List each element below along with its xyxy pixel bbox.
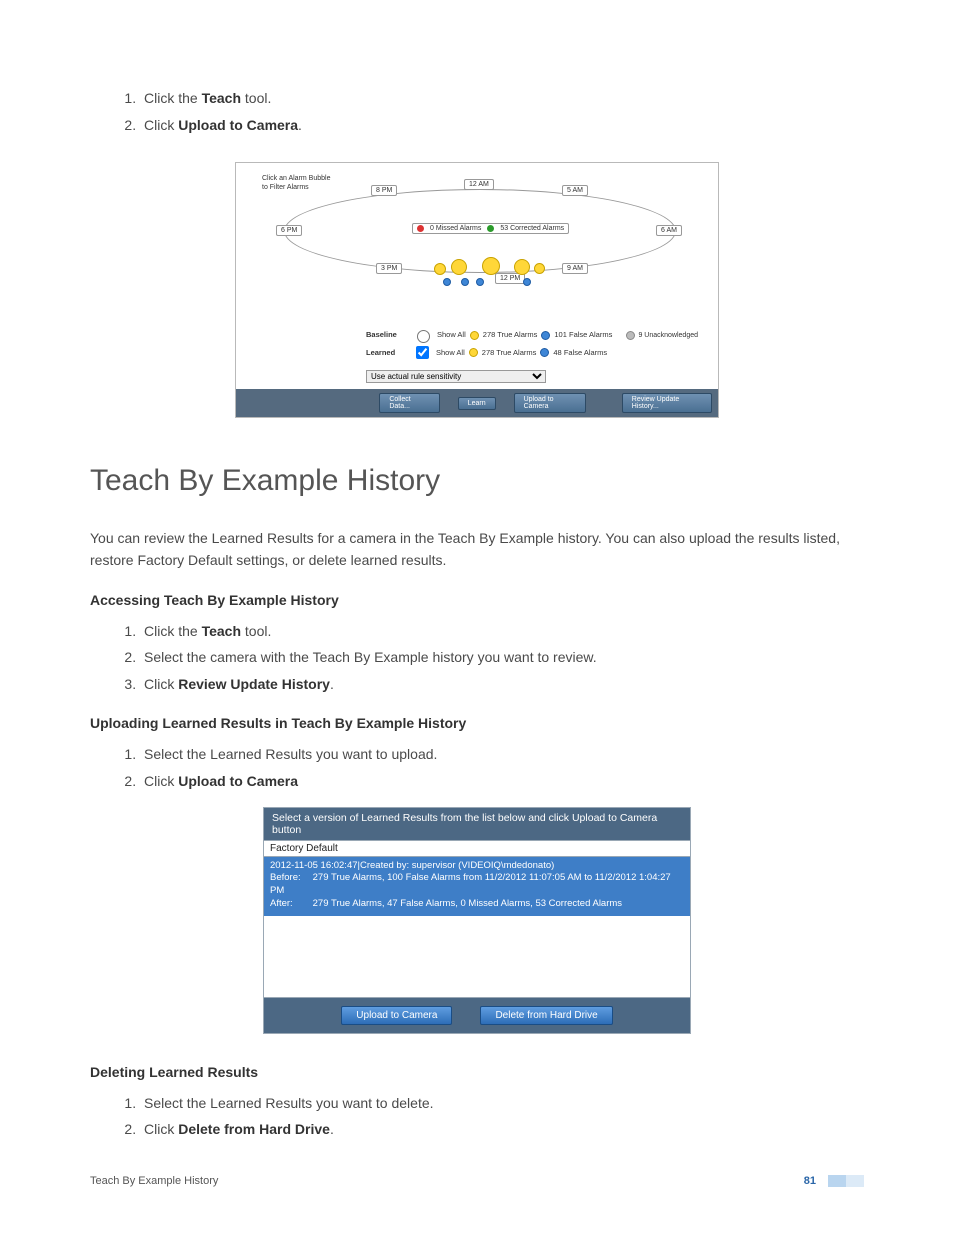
corner-decoration xyxy=(828,1175,864,1187)
dot-icon xyxy=(626,331,635,340)
unacknowledged-badge: 9 Unacknowledged xyxy=(626,330,698,341)
result-after-line: After: 279 True Alarms, 47 False Alarms,… xyxy=(270,898,684,911)
time-8pm: 8 PM xyxy=(371,185,397,196)
baseline-row: Baseline Show All 278 True Alarms 101 Fa… xyxy=(366,327,708,343)
upload-step-1: Select the Learned Results you want to u… xyxy=(140,741,864,768)
time-9am: 9 AM xyxy=(562,263,588,274)
time-6am: 6 AM xyxy=(656,225,682,236)
dialog-footer: Upload to Camera Delete from Hard Drive xyxy=(264,998,690,1033)
dot-icon xyxy=(417,225,424,232)
center-legend-box: 0 Missed Alarms 53 Corrected Alarms xyxy=(412,223,569,234)
upload-to-camera-button[interactable]: Upload to Camera xyxy=(341,1006,452,1025)
alarm-bubble[interactable] xyxy=(523,278,531,286)
time-5am: 5 AM xyxy=(562,185,588,196)
alarm-bubble[interactable] xyxy=(514,259,530,275)
accessing-subhead: Accessing Teach By Example History xyxy=(90,592,864,608)
uploading-subhead: Uploading Learned Results in Teach By Ex… xyxy=(90,715,864,731)
section-heading: Teach By Example History xyxy=(90,464,864,498)
deleting-subhead: Deleting Learned Results xyxy=(90,1064,864,1080)
page-footer: Teach By Example History 81 xyxy=(90,1175,864,1187)
collect-data-button[interactable]: Collect Data... xyxy=(379,393,439,413)
dot-icon xyxy=(540,348,549,357)
alarm-bubble[interactable] xyxy=(534,263,545,274)
top-steps-list: Click the Teach tool. Click Upload to Ca… xyxy=(90,85,864,138)
result-before-line: Before: 279 True Alarms, 100 False Alarm… xyxy=(270,872,684,898)
dot-icon xyxy=(470,331,479,340)
learned-show-all-checkbox[interactable] xyxy=(416,346,429,359)
review-update-history-button[interactable]: Review Update History... xyxy=(622,393,712,413)
alarm-bubble[interactable] xyxy=(461,278,469,286)
alarm-bubble[interactable] xyxy=(434,263,446,275)
alarm-bubble[interactable] xyxy=(476,278,484,286)
delete-step-2: Click Delete from Hard Drive. xyxy=(140,1116,864,1143)
time-6pm: 6 PM xyxy=(276,225,302,236)
delete-step-1: Select the Learned Results you want to d… xyxy=(140,1090,864,1117)
footer-title: Teach By Example History xyxy=(90,1175,218,1187)
dot-icon xyxy=(487,225,494,232)
factory-default-option[interactable]: Factory Default xyxy=(264,841,690,857)
learned-result-option-selected[interactable]: 2012-11-05 16:02:47|Created by: supervis… xyxy=(264,857,690,916)
learned-results-dialog: Select a version of Learned Results from… xyxy=(263,807,691,1034)
time-3pm: 3 PM xyxy=(376,263,402,274)
alarm-bubble[interactable] xyxy=(443,278,451,286)
result-timestamp-line: 2012-11-05 16:02:47|Created by: supervis… xyxy=(270,860,684,873)
page-number: 81 xyxy=(804,1175,816,1187)
fig1-toolbar: Collect Data... Learn Upload to Camera R… xyxy=(236,389,718,417)
time-12am: 12 AM xyxy=(464,179,494,190)
access-step-1: Click the Teach tool. xyxy=(140,618,864,645)
accessing-steps: Click the Teach tool. Select the camera … xyxy=(90,618,864,698)
baseline-show-all-radio[interactable] xyxy=(417,330,430,343)
sensitivity-dropdown[interactable]: Use actual rule sensitivity xyxy=(366,370,546,383)
top-step-2: Click Upload to Camera. xyxy=(140,112,864,139)
delete-from-hard-drive-button[interactable]: Delete from Hard Drive xyxy=(480,1006,612,1025)
upload-to-camera-button[interactable]: Upload to Camera xyxy=(514,393,586,413)
alarm-clock-figure: Click an Alarm Bubble to Filter Alarms 6… xyxy=(235,162,719,418)
uploading-steps: Select the Learned Results you want to u… xyxy=(90,741,864,794)
dot-icon xyxy=(469,348,478,357)
results-list: Factory Default 2012-11-05 16:02:47|Crea… xyxy=(264,840,690,998)
filter-note: Click an Alarm Bubble to Filter Alarms xyxy=(262,175,330,192)
access-step-2: Select the camera with the Teach By Exam… xyxy=(140,644,864,671)
dot-icon xyxy=(541,331,550,340)
access-step-3: Click Review Update History. xyxy=(140,671,864,698)
intro-paragraph: You can review the Learned Results for a… xyxy=(90,528,864,571)
dialog-header: Select a version of Learned Results from… xyxy=(264,808,690,840)
deleting-steps: Select the Learned Results you want to d… xyxy=(90,1090,864,1143)
learn-button[interactable]: Learn xyxy=(458,397,496,410)
learned-row: Learned Show All 278 True Alarms 48 Fals… xyxy=(366,343,708,362)
top-step-1: Click the Teach tool. xyxy=(140,85,864,112)
upload-step-2: Click Upload to Camera xyxy=(140,768,864,795)
